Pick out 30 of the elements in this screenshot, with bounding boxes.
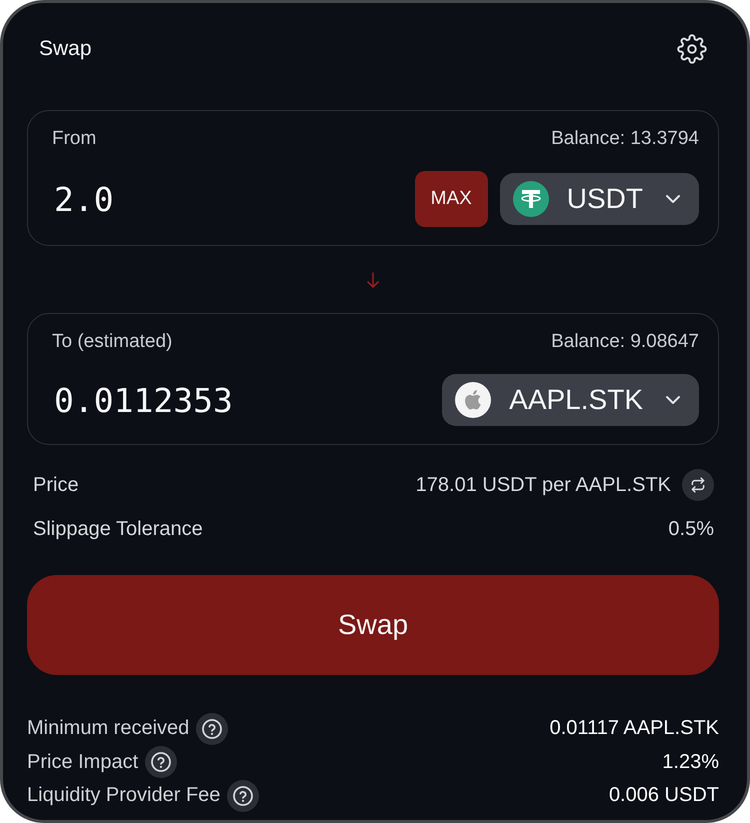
- detail-label: Minimum received: [27, 717, 190, 740]
- detail-value: 0.01117 AAPL.STK: [550, 717, 719, 740]
- balance-text: Balance: 13.3794: [551, 128, 699, 150]
- detail-label: Liquidity Provider Fee: [27, 784, 220, 808]
- swap-arrows-icon[interactable]: [682, 469, 714, 501]
- card-title: Swap: [39, 37, 92, 61]
- balance-text: Balance: 9.08647: [551, 331, 699, 353]
- panel-label: To (estimated): [52, 331, 172, 353]
- detail-value: 0.006 USDT: [608, 784, 719, 808]
- detail-value: 1.23%: [662, 750, 719, 774]
- help-icon[interactable]: [145, 746, 178, 778]
- panel-label: From: [52, 128, 96, 150]
- rate-label: Slippage Tolerance: [33, 518, 203, 540]
- settings-icon[interactable]: [677, 34, 707, 64]
- help-icon[interactable]: [227, 780, 260, 812]
- swap-button[interactable]: Swap: [27, 575, 719, 675]
- token-selector[interactable]: AAPL.STK: [442, 374, 699, 426]
- rate-value: 0.5%: [668, 518, 714, 540]
- detail-label: Price Impact: [27, 750, 138, 774]
- max-button[interactable]: MAX: [414, 171, 488, 227]
- help-icon[interactable]: [196, 712, 228, 745]
- rate-value: 178.01 USDT per AAPL.STK: [416, 474, 671, 496]
- apple-icon: [455, 382, 492, 418]
- amount-input[interactable]: 2.0: [52, 180, 415, 218]
- tether-coin-icon: [512, 181, 549, 217]
- rate-label: Price: [33, 474, 79, 496]
- token-selector[interactable]: USDT: [500, 173, 699, 225]
- caret-icon: [665, 395, 681, 405]
- caret-icon: [665, 194, 681, 204]
- amount-input[interactable]: 0.0112353: [52, 380, 442, 420]
